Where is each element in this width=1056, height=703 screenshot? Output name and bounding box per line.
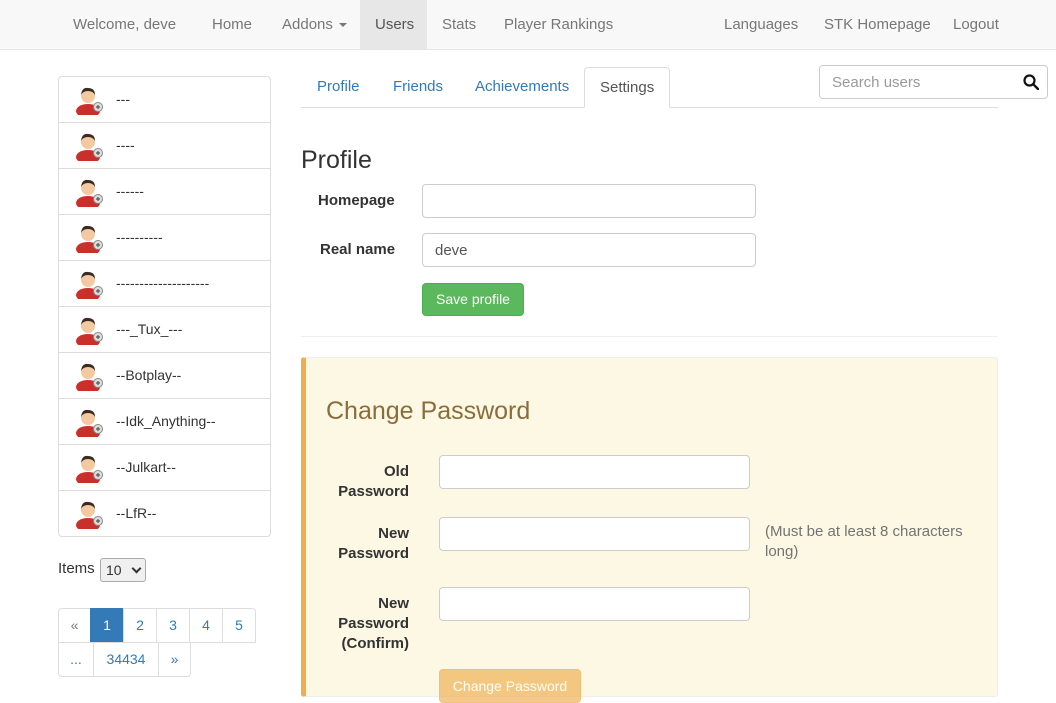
user-avatar-icon bbox=[76, 87, 103, 115]
user-name: -------------------- bbox=[116, 275, 210, 291]
user-avatar-icon bbox=[76, 363, 103, 391]
tab-achievements[interactable]: Achievements bbox=[460, 67, 584, 108]
nav-users[interactable]: Users bbox=[360, 0, 427, 50]
change-password-button[interactable]: Change Password bbox=[439, 669, 581, 703]
pagination-page-4[interactable]: 4 bbox=[189, 608, 223, 643]
nav-stk-homepage[interactable]: STK Homepage bbox=[809, 0, 946, 50]
user-avatar-icon bbox=[76, 409, 103, 437]
homepage-field[interactable] bbox=[422, 184, 756, 218]
old-password-field[interactable] bbox=[439, 455, 750, 489]
user-name: ---_Tux_--- bbox=[116, 321, 183, 337]
items-per-page-value: 10 bbox=[106, 562, 122, 578]
pagination-last-page[interactable]: 34434 bbox=[93, 642, 159, 677]
chevron-down-icon bbox=[131, 563, 142, 574]
items-label: Items bbox=[58, 560, 95, 577]
user-list-item[interactable]: -------------------- bbox=[59, 261, 270, 307]
homepage-label: Homepage bbox=[318, 192, 395, 209]
section-divider bbox=[301, 336, 998, 337]
password-help-text: (Must be at least 8 characters long) bbox=[765, 523, 963, 560]
nav-stats[interactable]: Stats bbox=[427, 0, 491, 50]
real-name-field[interactable] bbox=[422, 233, 756, 267]
pagination-next[interactable]: » bbox=[158, 642, 191, 677]
user-avatar-icon bbox=[76, 455, 103, 483]
top-navbar: Welcome, deve Home Addons Users Stats Pl… bbox=[0, 0, 1056, 50]
confirm-password-field[interactable] bbox=[439, 587, 750, 621]
pagination-prev[interactable]: « bbox=[58, 608, 91, 643]
items-per-page-select[interactable]: 10 bbox=[100, 558, 146, 582]
user-name: --- bbox=[116, 91, 130, 107]
change-password-heading: Change Password bbox=[326, 397, 531, 425]
user-name: --Julkart-- bbox=[116, 459, 176, 475]
user-name: --Idk_Anything-- bbox=[116, 413, 216, 429]
user-list-item[interactable]: --Julkart-- bbox=[59, 445, 270, 491]
pagination-page-5[interactable]: 5 bbox=[222, 608, 256, 643]
nav-languages[interactable]: Languages bbox=[709, 0, 813, 50]
user-list-item[interactable]: --LfR-- bbox=[59, 491, 270, 537]
tab-profile[interactable]: Profile bbox=[302, 67, 375, 108]
user-avatar-icon bbox=[76, 225, 103, 253]
welcome-link[interactable]: Welcome, deve bbox=[58, 0, 191, 50]
user-list-item[interactable]: --Botplay-- bbox=[59, 353, 270, 399]
user-list-item[interactable]: --Idk_Anything-- bbox=[59, 399, 270, 445]
pagination-page-2[interactable]: 2 bbox=[123, 608, 157, 643]
user-list-item[interactable]: --- bbox=[59, 77, 270, 123]
user-list-item[interactable]: ---- bbox=[59, 123, 270, 169]
user-list-item[interactable]: ------ bbox=[59, 169, 270, 215]
user-list-item[interactable]: ---_Tux_--- bbox=[59, 307, 270, 353]
new-password-field[interactable] bbox=[439, 517, 750, 551]
pagination-page-3[interactable]: 3 bbox=[156, 608, 190, 643]
real-name-label: Real name bbox=[320, 241, 396, 258]
user-avatar-icon bbox=[76, 179, 103, 207]
search-icon[interactable] bbox=[1023, 74, 1039, 90]
pagination-page-1[interactable]: 1 bbox=[90, 608, 124, 643]
user-name: --Botplay-- bbox=[116, 367, 182, 383]
nav-addons-label: Addons bbox=[282, 16, 333, 33]
confirm-password-label: New Password (Confirm) bbox=[338, 595, 409, 652]
user-name: ---- bbox=[116, 137, 135, 153]
user-avatar-icon bbox=[76, 271, 103, 299]
user-avatar-icon bbox=[76, 133, 103, 161]
user-avatar-icon bbox=[76, 501, 103, 529]
tab-friends[interactable]: Friends bbox=[378, 67, 458, 108]
save-profile-button[interactable]: Save profile bbox=[422, 283, 524, 316]
user-name: --LfR-- bbox=[116, 505, 157, 521]
nav-addons[interactable]: Addons bbox=[267, 0, 362, 50]
old-password-label: Old Password bbox=[338, 463, 409, 500]
user-avatar-icon bbox=[76, 317, 103, 345]
pagination-ellipsis[interactable]: ... bbox=[58, 642, 94, 677]
profile-heading: Profile bbox=[301, 146, 372, 174]
nav-player-rankings[interactable]: Player Rankings bbox=[489, 0, 628, 50]
nav-logout[interactable]: Logout bbox=[938, 0, 1014, 50]
nav-home[interactable]: Home bbox=[197, 0, 267, 50]
chevron-down-icon bbox=[338, 23, 347, 28]
user-name: ------ bbox=[116, 183, 144, 199]
search-box bbox=[819, 65, 1048, 99]
user-name: ---------- bbox=[116, 229, 163, 245]
user-list-item[interactable]: ---------- bbox=[59, 215, 270, 261]
user-list: --- ---- ------ ---------- -------------… bbox=[58, 76, 271, 537]
tab-settings[interactable]: Settings bbox=[584, 67, 671, 108]
search-input[interactable] bbox=[820, 66, 1015, 98]
new-password-label: New Password bbox=[338, 525, 409, 562]
